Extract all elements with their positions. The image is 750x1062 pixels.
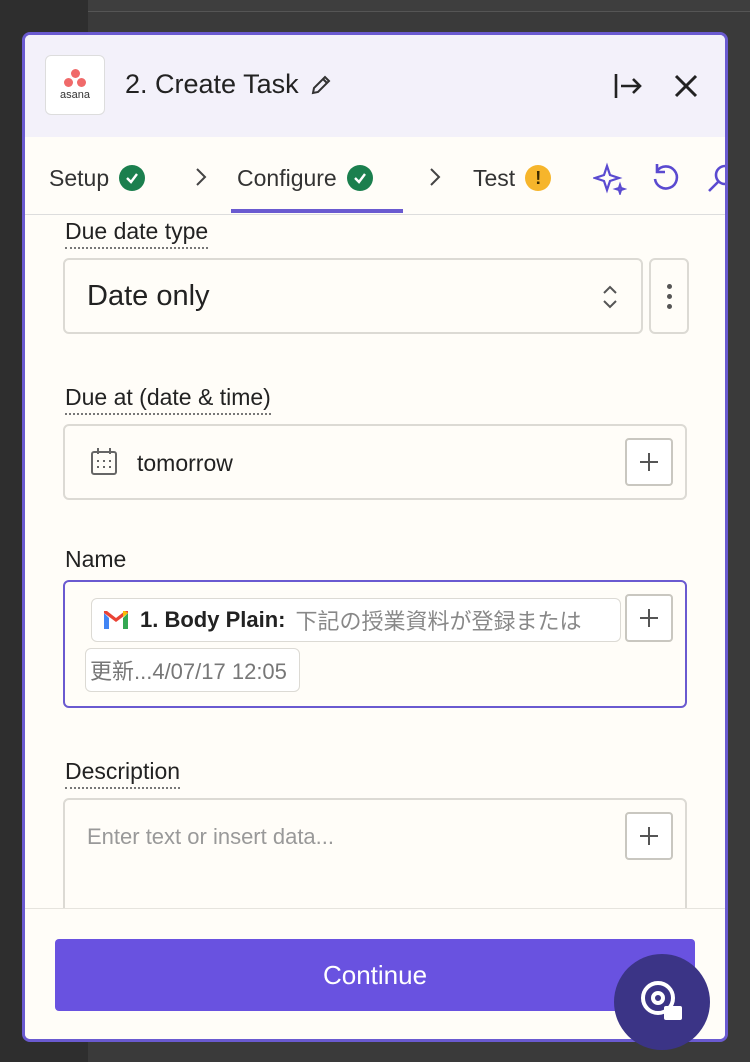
warning-icon: ! bbox=[525, 165, 552, 191]
insert-data-button[interactable] bbox=[625, 594, 673, 642]
continue-button[interactable]: Continue bbox=[55, 939, 695, 1011]
help-chat-button[interactable] bbox=[614, 954, 710, 1050]
due-at-value: tomorrow bbox=[137, 450, 233, 476]
refresh-icon[interactable] bbox=[649, 161, 683, 195]
due-date-type-select[interactable]: Date only bbox=[63, 258, 643, 334]
tab-test-label: Test bbox=[473, 164, 516, 191]
check-circle-icon bbox=[119, 165, 146, 191]
step-tabs: Setup Configure Test ! bbox=[25, 137, 725, 215]
description-field[interactable]: Enter text or insert data... bbox=[63, 798, 687, 908]
tab-test[interactable]: Test ! bbox=[473, 161, 552, 195]
step-title[interactable]: 2. Create Task bbox=[125, 69, 333, 100]
calendar-icon bbox=[91, 448, 117, 475]
gmail-icon bbox=[104, 611, 128, 629]
tab-configure[interactable]: Configure bbox=[237, 161, 373, 195]
check-circle-icon bbox=[346, 165, 373, 191]
data-pill-continuation[interactable]: 更新...4/07/17 12:05 bbox=[85, 648, 300, 692]
step-title-text: 2. Create Task bbox=[125, 69, 299, 99]
due-date-type-value: Date only bbox=[87, 280, 210, 312]
sparkle-icon[interactable] bbox=[593, 161, 627, 195]
due-at-field[interactable]: tomorrow bbox=[63, 424, 687, 500]
chevron-right-icon bbox=[430, 168, 441, 186]
name-field[interactable]: 1. Body Plain: 下記の授業資料が登録または 更新...4/07/1… bbox=[63, 580, 687, 708]
due-date-type-label: Due date type bbox=[65, 218, 209, 249]
pencil-icon[interactable] bbox=[309, 73, 333, 97]
description-label: Description bbox=[65, 758, 181, 789]
data-pill[interactable]: 1. Body Plain: 下記の授業資料が登録または bbox=[91, 598, 621, 642]
tab-configure-label: Configure bbox=[237, 164, 337, 191]
asana-logo-icon bbox=[62, 69, 88, 87]
close-icon[interactable] bbox=[669, 69, 703, 103]
form-content[interactable]: Due date type Date only Due at (date & t… bbox=[25, 216, 725, 908]
description-placeholder: Enter text or insert data... bbox=[87, 824, 335, 849]
plus-icon bbox=[640, 827, 658, 845]
collapse-panel-icon[interactable] bbox=[611, 69, 645, 103]
help-chat-icon bbox=[641, 981, 682, 1020]
insert-data-button[interactable] bbox=[625, 812, 673, 860]
chevron-right-icon bbox=[196, 168, 207, 186]
tab-setup-label: Setup bbox=[49, 164, 110, 191]
tab-setup[interactable]: Setup bbox=[49, 161, 146, 195]
search-icon[interactable] bbox=[705, 161, 728, 195]
plus-icon bbox=[640, 453, 658, 471]
plus-icon bbox=[640, 609, 658, 627]
background-canvas bbox=[88, 0, 750, 12]
step-editor-panel: asana 2. Create Task Setup Configure Tes… bbox=[22, 32, 728, 1042]
insert-data-button[interactable] bbox=[625, 438, 673, 486]
panel-header: asana 2. Create Task bbox=[25, 35, 725, 137]
select-arrows-icon bbox=[603, 285, 617, 309]
app-brand-name: asana bbox=[60, 89, 90, 101]
pill-value: 下記の授業資料が登録または bbox=[295, 609, 582, 634]
pill-key: 1. Body Plain: bbox=[140, 607, 286, 632]
due-at-label: Due at (date & time) bbox=[65, 384, 271, 415]
active-tab-indicator bbox=[231, 209, 403, 213]
app-logo: asana bbox=[45, 55, 105, 115]
more-options-icon[interactable] bbox=[649, 258, 689, 334]
name-label: Name bbox=[65, 546, 127, 572]
